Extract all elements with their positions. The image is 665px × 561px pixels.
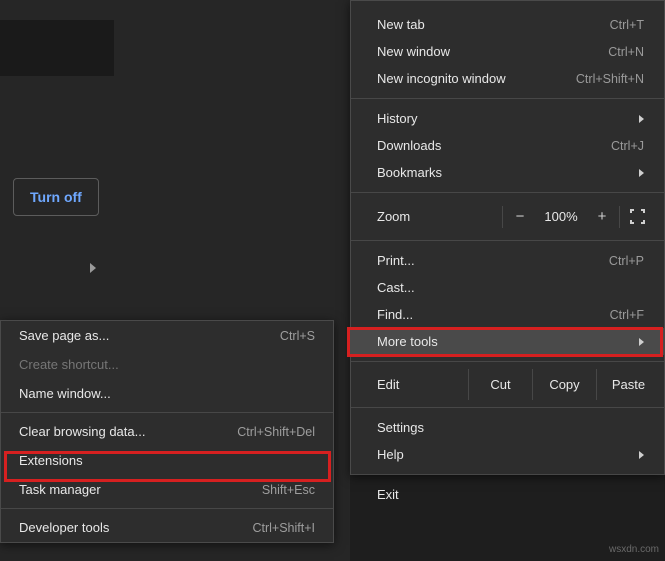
menu-item-label: Cast... (377, 280, 415, 295)
submenu-item-label: Extensions (19, 453, 83, 468)
menu-item-label: Bookmarks (377, 165, 442, 180)
chevron-right-icon (639, 451, 644, 459)
submenu-developer-tools[interactable]: Developer tools Ctrl+Shift+I (1, 513, 333, 542)
menu-item-label: History (377, 111, 417, 126)
chrome-main-menu: New tab Ctrl+T New window Ctrl+N New inc… (350, 0, 665, 475)
menu-separator (351, 407, 664, 408)
submenu-item-label: Task manager (19, 482, 101, 497)
menu-more-tools[interactable]: More tools (351, 328, 664, 355)
menu-item-label: Downloads (377, 138, 441, 153)
menu-separator (351, 240, 664, 241)
submenu-separator (1, 412, 333, 413)
menu-print[interactable]: Print... Ctrl+P (351, 247, 664, 274)
menu-edit-row: Edit Cut Copy Paste (351, 368, 664, 401)
edit-label: Edit (377, 377, 468, 392)
menu-separator (351, 474, 664, 475)
menu-item-label: Exit (377, 487, 399, 502)
submenu-task-manager[interactable]: Task manager Shift+Esc (1, 475, 333, 504)
menu-item-label: Help (377, 447, 404, 462)
menu-new-tab[interactable]: New tab Ctrl+T (351, 11, 664, 38)
submenu-item-label: Save page as... (19, 328, 109, 343)
submenu-item-shortcut: Ctrl+Shift+I (252, 521, 315, 535)
menu-find[interactable]: Find... Ctrl+F (351, 301, 664, 328)
submenu-item-shortcut: Shift+Esc (262, 483, 315, 497)
menu-item-shortcut: Ctrl+N (608, 45, 644, 59)
chevron-right-icon (90, 263, 96, 273)
menu-item-label: New window (377, 44, 450, 59)
menu-item-shortcut: Ctrl+F (610, 308, 644, 322)
submenu-item-shortcut: Ctrl+S (280, 329, 315, 343)
zoom-label: Zoom (377, 209, 502, 224)
menu-downloads[interactable]: Downloads Ctrl+J (351, 132, 664, 159)
edit-copy-button[interactable]: Copy (532, 369, 596, 400)
menu-bookmarks[interactable]: Bookmarks (351, 159, 664, 186)
menu-separator (351, 192, 664, 193)
menu-separator (351, 361, 664, 362)
chevron-right-icon (639, 338, 644, 346)
submenu-item-label: Create shortcut... (19, 357, 119, 372)
zoom-value: 100% (537, 209, 585, 224)
menu-item-label: New tab (377, 17, 425, 32)
turn-off-button[interactable]: Turn off (13, 178, 99, 216)
menu-item-shortcut: Ctrl+Shift+N (576, 72, 644, 86)
chevron-right-icon (639, 115, 644, 123)
menu-settings[interactable]: Settings (351, 414, 664, 441)
watermark-text: wsxdn.com (609, 544, 659, 555)
fullscreen-icon (630, 209, 645, 224)
submenu-item-label: Name window... (19, 386, 111, 401)
submenu-name-window[interactable]: Name window... (1, 379, 333, 408)
submenu-clear-browsing-data[interactable]: Clear browsing data... Ctrl+Shift+Del (1, 417, 333, 446)
menu-item-shortcut: Ctrl+J (611, 139, 644, 153)
menu-zoom-row: Zoom − 100% + (351, 199, 664, 234)
zoom-out-button[interactable]: − (503, 202, 537, 231)
menu-history[interactable]: History (351, 105, 664, 132)
more-tools-submenu: Save page as... Ctrl+S Create shortcut..… (0, 320, 334, 543)
menu-new-incognito[interactable]: New incognito window Ctrl+Shift+N (351, 65, 664, 92)
menu-item-label: Settings (377, 420, 424, 435)
menu-item-label: Find... (377, 307, 413, 322)
fullscreen-button[interactable] (620, 203, 654, 231)
menu-exit[interactable]: Exit (351, 481, 664, 508)
chevron-right-icon (639, 169, 644, 177)
submenu-item-label: Developer tools (19, 520, 109, 535)
edit-paste-button[interactable]: Paste (596, 369, 660, 400)
menu-item-label: Print... (377, 253, 415, 268)
menu-new-window[interactable]: New window Ctrl+N (351, 38, 664, 65)
menu-cast[interactable]: Cast... (351, 274, 664, 301)
menu-help[interactable]: Help (351, 441, 664, 468)
edit-cut-button[interactable]: Cut (468, 369, 532, 400)
submenu-save-page[interactable]: Save page as... Ctrl+S (1, 321, 333, 350)
submenu-extensions[interactable]: Extensions (1, 446, 333, 475)
menu-separator (351, 98, 664, 99)
submenu-create-shortcut: Create shortcut... (1, 350, 333, 379)
menu-item-shortcut: Ctrl+T (610, 18, 644, 32)
submenu-item-label: Clear browsing data... (19, 424, 145, 439)
menu-item-shortcut: Ctrl+P (609, 254, 644, 268)
menu-item-label: More tools (377, 334, 438, 349)
submenu-item-shortcut: Ctrl+Shift+Del (237, 425, 315, 439)
tab-strip-placeholder (0, 20, 114, 76)
submenu-separator (1, 508, 333, 509)
zoom-in-button[interactable]: + (585, 202, 619, 231)
menu-item-label: New incognito window (377, 71, 506, 86)
